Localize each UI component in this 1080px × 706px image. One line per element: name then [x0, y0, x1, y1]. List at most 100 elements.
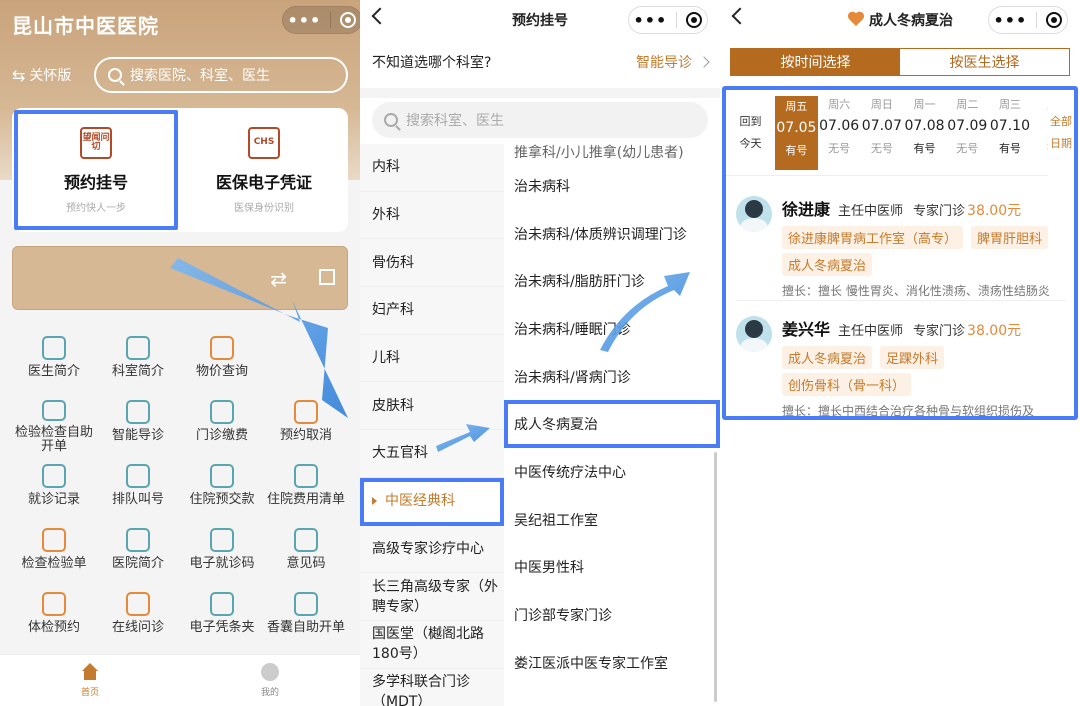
- department-item[interactable]: 高级专家诊疗中心: [360, 526, 504, 574]
- service-thumb-up[interactable]: 意见码: [264, 522, 348, 582]
- date-option[interactable]: 周六 07.06 无号: [818, 90, 861, 175]
- appointment-subtitle: 预约快人一步: [66, 202, 126, 214]
- qr-code-icon[interactable]: [319, 269, 335, 285]
- date-option[interactable]: 周三 07.10 有号: [989, 90, 1032, 175]
- subdepartment-item[interactable]: 治未病科: [504, 162, 720, 210]
- tab-home[interactable]: 首页: [0, 655, 180, 706]
- clinic-type: 专家门诊: [913, 324, 966, 339]
- user-icon: [261, 663, 279, 681]
- date-status: 无号: [870, 142, 893, 155]
- service-report[interactable]: 检查检验单: [12, 522, 96, 582]
- department-item[interactable]: 中医经典科: [360, 477, 504, 526]
- insurance-card[interactable]: CHS 医保电子凭证 医保身份识别: [180, 108, 348, 232]
- service-fee-list[interactable]: 住院费用清单: [264, 458, 348, 518]
- date-option[interactable]: 周日 07.07 无号: [860, 90, 903, 175]
- service-price-tag[interactable]: 物价查询: [180, 330, 264, 390]
- service-smart-guide[interactable]: 智能导诊: [96, 394, 180, 454]
- tab-by-doctor[interactable]: 按医生选择: [900, 49, 1069, 75]
- all-dates-button[interactable]: 全部 日期: [1048, 90, 1074, 176]
- back-icon[interactable]: [731, 7, 749, 25]
- service-visit-record[interactable]: 就诊记录: [12, 458, 96, 518]
- subdepartment-item[interactable]: 中医传统疗法中心: [504, 448, 720, 496]
- close-target-icon[interactable]: [686, 12, 703, 28]
- doctor-tag: 脾胃肝胆科: [971, 226, 1049, 249]
- doctor-tags: 徐进康脾胃病工作室（高专） 脾胃肝胆科 成人冬病夏治: [782, 224, 1066, 278]
- scrollbar[interactable]: [714, 452, 717, 702]
- more-icon[interactable]: •••: [994, 11, 1028, 30]
- doctor-tag: 创伤骨科（骨一科）: [782, 373, 912, 396]
- department-search-input[interactable]: 搜索科室、医生: [372, 102, 708, 138]
- date-option[interactable]: 周二 07.09 无号: [946, 90, 989, 175]
- switch-icon[interactable]: ⇄: [270, 267, 287, 291]
- schedule-screen: 成人冬病夏治 ••• 按时间选择 按医生选择 回到 今天 周五 07.05 有号 周六…: [720, 0, 1080, 706]
- service-payment[interactable]: 门诊缴费: [180, 394, 264, 454]
- subdepartment-item[interactable]: 治未病科/脂肪肝门诊: [504, 257, 720, 305]
- appointment-icon-text: 望闻问切: [82, 132, 110, 152]
- subdepartment-item[interactable]: 治未病科/肾病门诊: [504, 353, 720, 401]
- service-department[interactable]: 科室简介: [96, 330, 180, 390]
- close-target-icon[interactable]: [1046, 12, 1063, 28]
- service-sachet[interactable]: 香囊自助开单: [264, 586, 348, 646]
- department-item[interactable]: 外科: [360, 192, 504, 240]
- back-to-today-button[interactable]: 回到 今天: [726, 90, 775, 175]
- visit-record-icon: [42, 464, 66, 488]
- service-cancel-appointment[interactable]: 预约取消: [264, 394, 348, 454]
- care-mode-button[interactable]: ⇆ 关怀版: [12, 60, 71, 90]
- appointment-card[interactable]: 望闻问切 预约挂号 预约快人一步: [12, 108, 180, 232]
- department-item[interactable]: 国医堂（樾阁北路180号）: [360, 621, 504, 669]
- date-date: 07.08: [904, 118, 945, 134]
- service-receipt[interactable]: 电子凭条夹: [180, 586, 264, 646]
- department-item[interactable]: 多学科联合门诊（MDT）: [360, 669, 504, 706]
- subdepartment-item[interactable]: 治未病科/体质辨识调理门诊: [504, 210, 720, 258]
- subdepartment-item[interactable]: 治未病科/睡眠门诊: [504, 305, 720, 353]
- subdepartment-item[interactable]: 吴纪祖工作室: [504, 496, 720, 544]
- doctor-tags: 成人冬病夏治 足踝外科 创伤骨科（骨一科）: [782, 344, 1066, 398]
- home-search-input[interactable]: 搜索医院、科室、医生: [94, 57, 348, 93]
- queue-icon: [126, 464, 150, 488]
- close-target-icon[interactable]: [340, 12, 357, 28]
- receipt-icon: [210, 592, 234, 616]
- department-item[interactable]: 皮肤科: [360, 382, 504, 431]
- service-doctor[interactable]: 医生简介: [12, 330, 96, 390]
- appointment-screen: 预约挂号 ••• 不知道选哪个科室? 智能导诊 搜索科室、医生 内科 外科 骨伤科妇…: [360, 0, 720, 706]
- service-card[interactable]: 电子就诊码: [180, 522, 264, 582]
- service-online-consult[interactable]: 在线问诊: [96, 586, 180, 646]
- date-option[interactable]: 周五 07.05 有号: [775, 96, 818, 170]
- subdepartment-item[interactable]: 娄江医派中医专家工作室: [504, 639, 720, 687]
- date-week: 周一: [913, 98, 936, 111]
- card-icon: [210, 528, 234, 552]
- department-item[interactable]: 大五官科: [360, 430, 504, 478]
- service-queue[interactable]: 排队叫号: [96, 458, 180, 518]
- department-item[interactable]: 长三角高级专家（外聘专家）: [360, 573, 504, 621]
- nav-title: 预约挂号: [512, 13, 568, 29]
- department-item[interactable]: 内科: [360, 144, 504, 192]
- mini-program-capsule[interactable]: •••: [282, 6, 360, 34]
- mini-program-capsule[interactable]: •••: [628, 6, 708, 34]
- subdepartment-item[interactable]: 推拿科/小儿推拿(幼儿患者): [504, 138, 720, 162]
- service-label: 检验检查自助开单: [14, 425, 93, 454]
- department-item[interactable]: 骨伤科: [360, 239, 504, 288]
- department-item[interactable]: 妇产科: [360, 287, 504, 335]
- smart-guide-link[interactable]: 智能导诊: [636, 52, 692, 72]
- more-icon[interactable]: •••: [634, 11, 668, 30]
- date-option[interactable]: 周一 07.08 有号: [903, 90, 946, 175]
- more-icon[interactable]: •••: [288, 11, 322, 30]
- subdepartment-item[interactable]: 中医男性科: [504, 544, 720, 592]
- service-lab-order[interactable]: 检验检查自助开单: [12, 394, 96, 454]
- tab-by-time[interactable]: 按时间选择: [731, 49, 900, 75]
- service-checkup[interactable]: 体检预约: [12, 586, 96, 646]
- doctor-card[interactable]: 徐进康 主任中医师 专家门诊 38.00元 徐进康脾胃病工作室（高专） 脾胃肝胆…: [736, 196, 1066, 299]
- mini-program-capsule[interactable]: •••: [988, 6, 1068, 34]
- service-deposit[interactable]: 住院预交款: [180, 458, 264, 518]
- tab-mine[interactable]: 我的: [180, 655, 360, 706]
- patient-card-banner[interactable]: ⇄: [12, 246, 348, 310]
- subdepartment-item[interactable]: 成人冬病夏治: [504, 400, 720, 449]
- doctor-tag: 足踝外科: [880, 346, 945, 369]
- doctor-card[interactable]: 姜兴华 主任中医师 专家门诊 38.00元 成人冬病夏治 足踝外科 创伤骨科（骨…: [736, 316, 1066, 419]
- date-status: 有号: [785, 144, 808, 157]
- smart-guide-row[interactable]: 不知道选哪个科室? 智能导诊: [360, 44, 720, 80]
- subdepartment-item[interactable]: 门诊部专家门诊: [504, 591, 720, 639]
- back-icon[interactable]: [371, 7, 389, 25]
- department-item[interactable]: 儿科: [360, 335, 504, 383]
- service-hospital[interactable]: 医院简介: [96, 522, 180, 582]
